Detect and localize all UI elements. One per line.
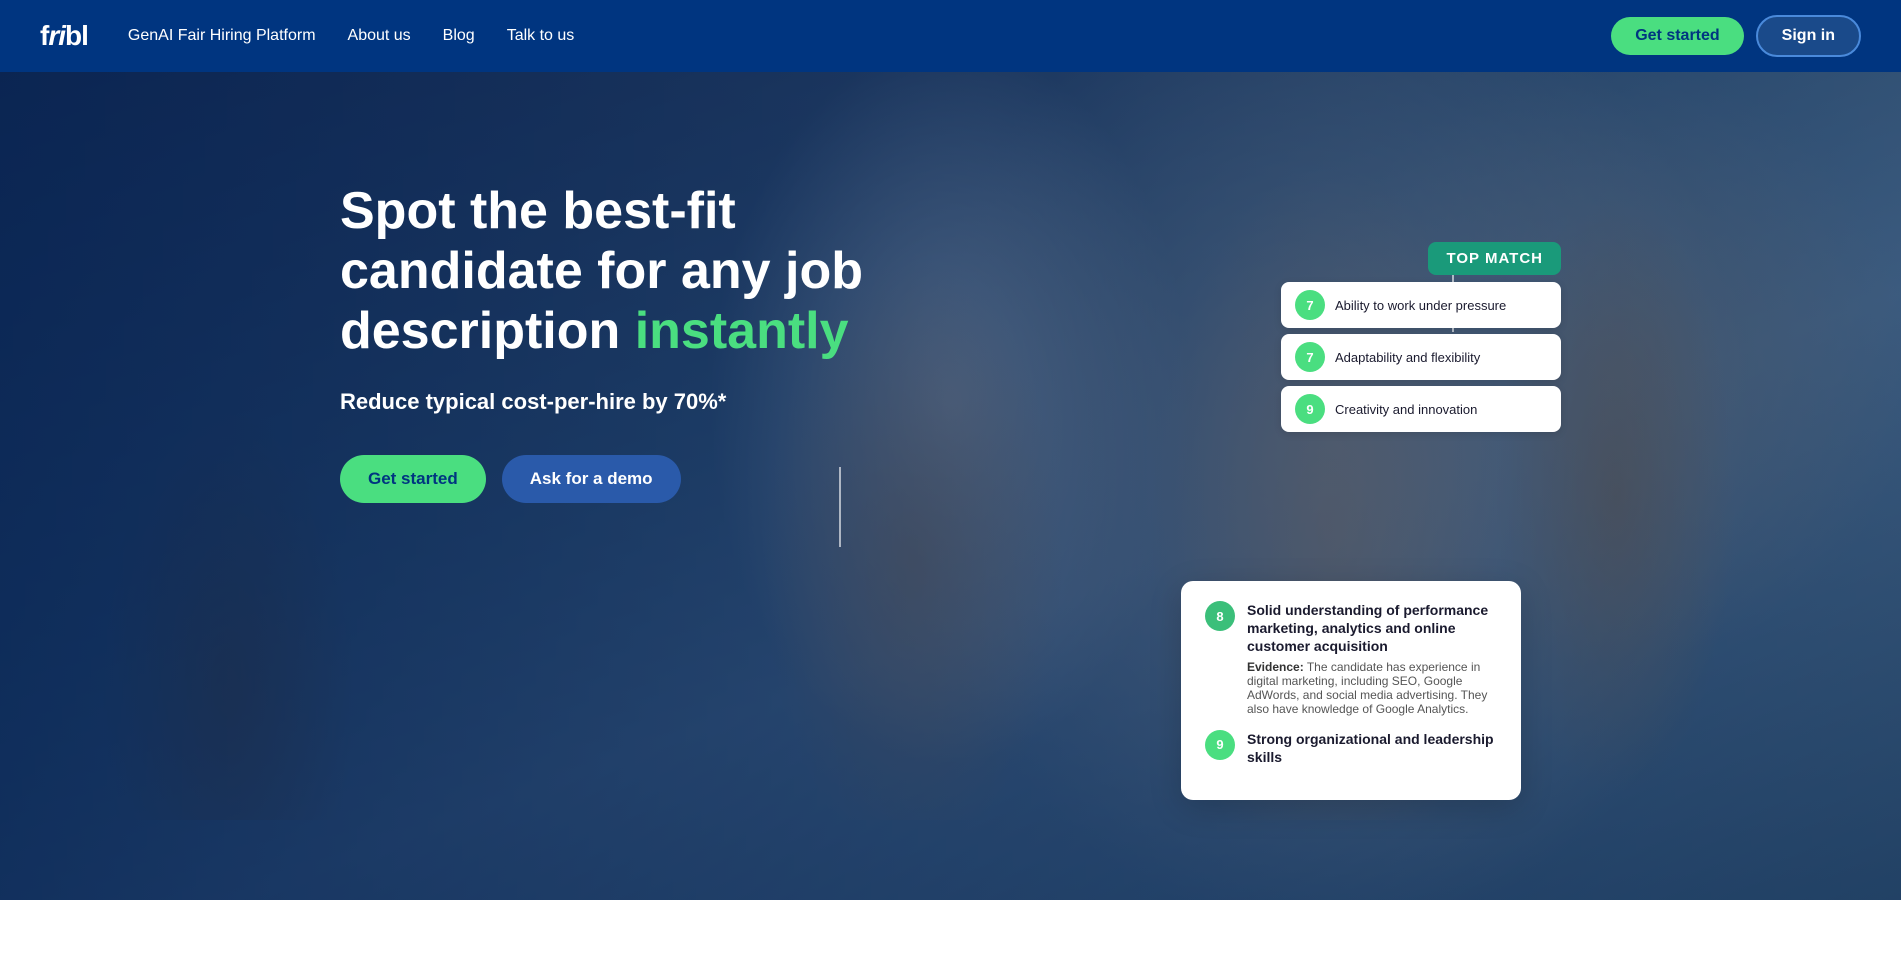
nav-link-talk[interactable]: Talk to us [507, 27, 575, 44]
score-card-main-evidence: Evidence: The candidate has experience i… [1247, 660, 1497, 716]
hero-buttons: Get started Ask for a demo [340, 455, 863, 503]
nav-link-blog[interactable]: Blog [443, 27, 475, 44]
nav-item-talk[interactable]: Talk to us [507, 27, 575, 45]
hero-title-line3: description [340, 302, 635, 360]
hero-title: Spot the best-fit candidate for any job … [340, 182, 863, 361]
floating-score-0: 7 [1295, 290, 1325, 320]
navbar-sign-in-button[interactable]: Sign in [1756, 15, 1861, 57]
hero-content: Spot the best-fit candidate for any job … [340, 182, 863, 503]
nav-links: GenAI Fair Hiring Platform About us Blog… [128, 27, 574, 45]
score-card-main-title: Solid understanding of performance marke… [1247, 601, 1497, 656]
floating-item-0: 7 Ability to work under pressure [1281, 282, 1561, 328]
logo-rest: bl [65, 20, 88, 51]
logo-italic: ri [48, 20, 65, 51]
hero-get-started-button[interactable]: Get started [340, 455, 486, 503]
floating-text-2: Creativity and innovation [1335, 402, 1477, 417]
navbar-get-started-button[interactable]: Get started [1611, 17, 1743, 55]
floating-score-1: 7 [1295, 342, 1325, 372]
hero-title-line2: candidate for any job [340, 242, 863, 300]
score-card-main-text: Solid understanding of performance marke… [1247, 601, 1497, 716]
navbar: fribl GenAI Fair Hiring Platform About u… [0, 0, 1901, 72]
floating-text-1: Adaptability and flexibility [1335, 350, 1480, 365]
hero-overlay [0, 72, 1901, 900]
navbar-right: Get started Sign in [1611, 15, 1861, 57]
floating-item-2: 9 Creativity and innovation [1281, 386, 1561, 432]
evidence-label: Evidence: [1247, 660, 1304, 674]
hero-title-highlight: instantly [635, 302, 849, 360]
floating-text-0: Ability to work under pressure [1335, 298, 1506, 313]
hero-title-line1: Spot the best-fit [340, 182, 736, 240]
score-card-bottom-title: Strong organizational and leadership ski… [1247, 730, 1497, 766]
nav-item-blog[interactable]: Blog [443, 27, 475, 45]
hero-subtitle: Reduce typical cost-per-hire by 70%* [340, 389, 863, 415]
nav-item-platform[interactable]: GenAI Fair Hiring Platform [128, 27, 316, 45]
floating-score-2: 9 [1295, 394, 1325, 424]
nav-link-platform[interactable]: GenAI Fair Hiring Platform [128, 27, 316, 44]
score-badge-main: 8 [1205, 601, 1235, 631]
hero-section: Spot the best-fit candidate for any job … [0, 72, 1901, 900]
score-card-bottom-item: 9 Strong organizational and leadership s… [1205, 730, 1497, 766]
top-match-badge: TOP MATCH [1428, 242, 1561, 275]
score-card-main-item: 8 Solid understanding of performance mar… [1205, 601, 1497, 716]
score-card: 8 Solid understanding of performance mar… [1181, 581, 1521, 800]
floating-item-1: 7 Adaptability and flexibility [1281, 334, 1561, 380]
navbar-left: fribl GenAI Fair Hiring Platform About u… [40, 20, 574, 52]
logo[interactable]: fribl [40, 20, 88, 52]
floating-items: 7 Ability to work under pressure 7 Adapt… [1281, 282, 1561, 432]
bottom-section [0, 900, 1901, 980]
hero-demo-button[interactable]: Ask for a demo [502, 455, 681, 503]
nav-link-about[interactable]: About us [348, 27, 411, 44]
nav-item-about[interactable]: About us [348, 27, 411, 45]
score-badge-bottom: 9 [1205, 730, 1235, 760]
